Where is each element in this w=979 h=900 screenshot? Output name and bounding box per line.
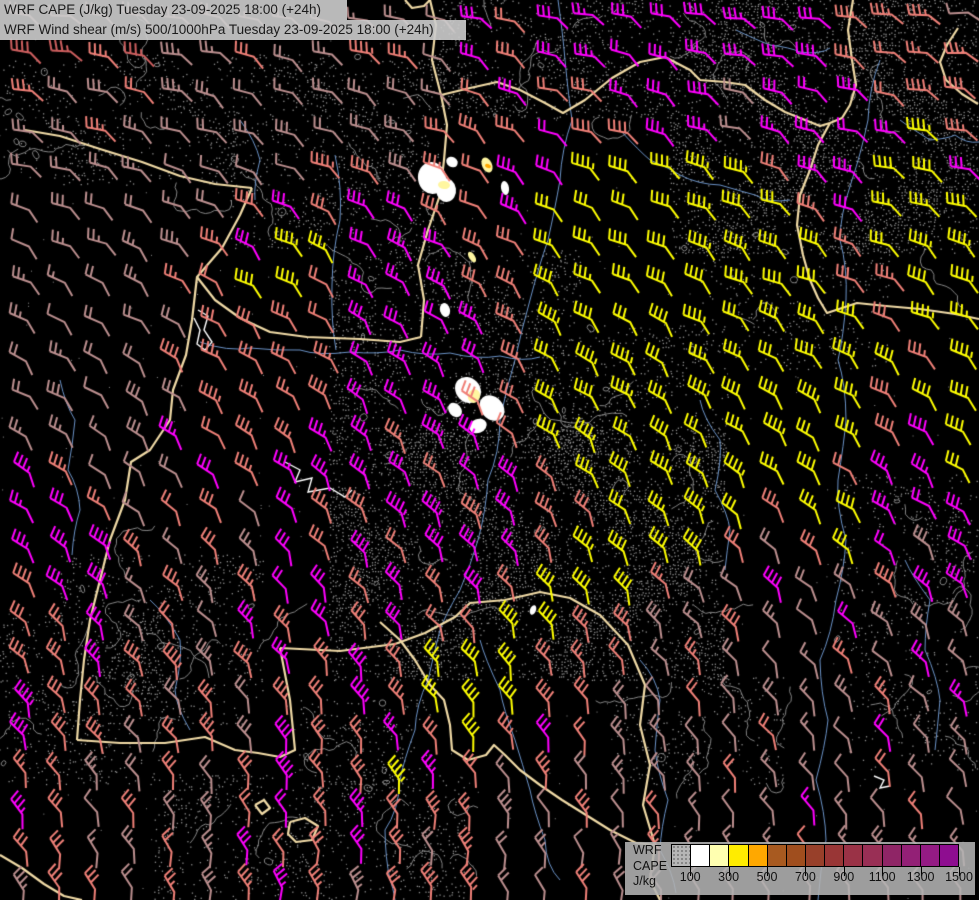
cape-colorbar-cell bbox=[940, 845, 958, 866]
cape-colorbar-cell bbox=[787, 845, 806, 866]
cape-colorbar bbox=[671, 844, 959, 867]
cape-colorbar-cell bbox=[672, 845, 691, 866]
cape-colorbar-cell bbox=[710, 845, 729, 866]
cape-colorbar-cell bbox=[902, 845, 921, 866]
cape-tick-label: 1100 bbox=[869, 870, 896, 884]
cape-tick-label: 300 bbox=[718, 870, 739, 884]
cape-colorbar-cell bbox=[806, 845, 825, 866]
cape-colorbar-ticks: 100300500700900110013001500 bbox=[671, 867, 959, 893]
legend-label-cape: CAPE bbox=[633, 859, 667, 875]
cape-colorbar-cell bbox=[883, 845, 902, 866]
cape-colorbar-cell bbox=[825, 845, 844, 866]
cape-colorbar-cell bbox=[921, 845, 940, 866]
cape-colorbar-cell bbox=[844, 845, 863, 866]
cape-tick-label: 700 bbox=[795, 870, 816, 884]
weather-map-product: WRF CAPE (J/kg) Tuesday 23-09-2025 18:00… bbox=[0, 0, 979, 900]
legend-product-label: WRF CAPE J/kg bbox=[633, 843, 667, 890]
legend-label-wrf: WRF bbox=[633, 843, 667, 859]
cape-legend: WRF CAPE J/kg 100 300 500 700 900 1100 1300 150… bbox=[625, 842, 975, 895]
cape-colorbar-cell bbox=[691, 845, 710, 866]
cape-tick-label: 1300 bbox=[907, 870, 935, 884]
product-title-cape: WRF CAPE (J/kg) Tuesday 23-09-2025 18:00… bbox=[0, 0, 347, 20]
cape-tick-label: 1500 bbox=[945, 870, 973, 884]
cape-colorbar-cell bbox=[768, 845, 787, 866]
cape-colorbar-cell bbox=[749, 845, 768, 866]
cape-tick-label: 100 bbox=[680, 870, 701, 884]
cape-tick-label: 900 bbox=[833, 870, 854, 884]
cape-tick-label: 500 bbox=[757, 870, 778, 884]
legend-label-unit: J/kg bbox=[633, 874, 667, 890]
product-title-shear: WRF Wind shear (m/s) 500/1000hPa Tuesday… bbox=[0, 20, 466, 40]
weather-map-canvas bbox=[0, 0, 979, 900]
cape-colorbar-cell bbox=[863, 845, 882, 866]
cape-colorbar-cell bbox=[729, 845, 748, 866]
